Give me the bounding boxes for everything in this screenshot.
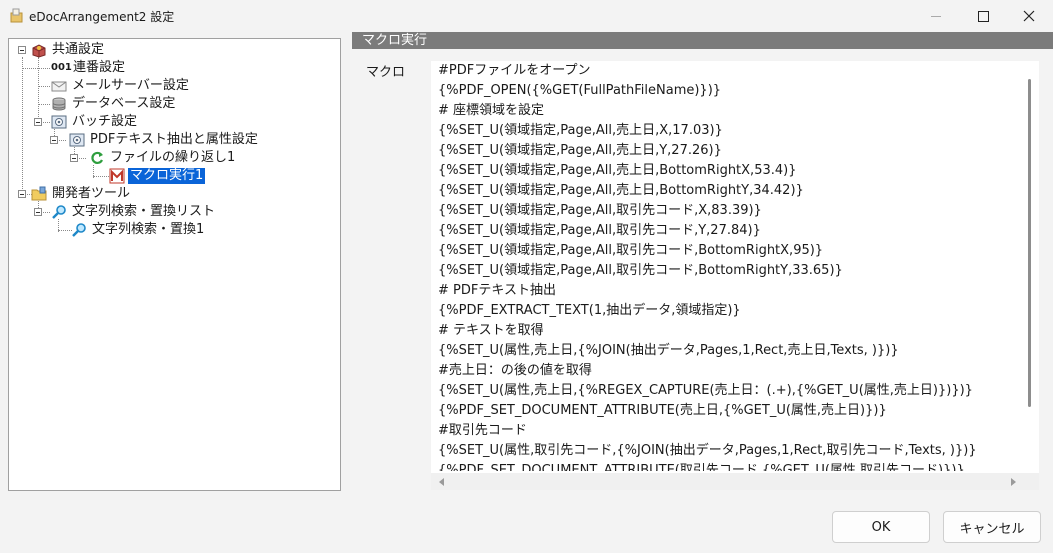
number-001-icon: 001 xyxy=(51,62,72,73)
search-replace-icon xyxy=(72,223,86,237)
close-icon xyxy=(1023,10,1035,22)
tree-item-label: 文字列検索・置換1 xyxy=(92,222,205,237)
macro-field-label: マクロ xyxy=(366,65,406,80)
tree-item-label: 連番設定 xyxy=(73,60,126,75)
tree-item-label: 文字列検索・置換リスト xyxy=(72,204,216,219)
macro-code-line: {%PDF_SET_DOCUMENT_ATTRIBUTE(取引先コード,{%GE… xyxy=(438,463,965,471)
batch-icon xyxy=(51,115,67,129)
folder-tools-icon xyxy=(31,186,47,201)
tree-item-developer-tools[interactable]: 開発者ツール xyxy=(31,185,132,203)
tree-item-mail-server[interactable]: メールサーバー設定 xyxy=(51,77,191,95)
cancel-button[interactable]: キャンセル xyxy=(943,511,1041,543)
macro-code-line: {%PDF_EXTRACT_TEXT(1,抽出データ,領域指定)} xyxy=(438,303,741,318)
macro-code-line: {%PDF_OPEN({%GET(FullPathFileName)})} xyxy=(438,83,722,98)
tree-connector xyxy=(93,176,109,177)
tree-item-common-settings[interactable]: 共通設定 xyxy=(31,41,106,59)
collapse-toggle[interactable] xyxy=(70,154,78,162)
macro-code-line: {%SET_U(領域指定,Page,All,売上日,BottomRightY,3… xyxy=(438,183,804,198)
macro-code-line: {%SET_U(領域指定,Page,All,取引先コード,Y,27.84)} xyxy=(438,223,761,238)
macro-code-line: # 座標領域を設定 xyxy=(438,103,545,118)
macro-code-line: {%SET_U(属性,売上日,{%JOIN(抽出データ,Pages,1,Rect… xyxy=(438,343,899,358)
scrollbar-corner xyxy=(1025,473,1039,490)
maximize-icon xyxy=(977,10,989,22)
tree-item-pdf-text-extract[interactable]: PDFテキスト抽出と属性設定 xyxy=(69,131,260,149)
app-icon xyxy=(10,8,23,23)
macro-code-line: {%SET_U(領域指定,Page,All,売上日,BottomRightX,5… xyxy=(438,163,797,178)
tree-item-label: データベース設定 xyxy=(72,96,176,111)
macro-code-line: # PDFテキスト抽出 xyxy=(438,283,556,298)
settings-tree[interactable]: 共通設定 001 連番設定 メールサーバー設定 データベース設定 バッチ設定 P… xyxy=(8,38,341,491)
collapse-toggle[interactable] xyxy=(34,118,42,126)
tree-item-label: メールサーバー設定 xyxy=(72,78,189,93)
macro-editor[interactable]: #PDFファイルをオープン {%PDF_OPEN({%GET(FullPathFi… xyxy=(431,61,1039,490)
tree-connector xyxy=(58,230,72,231)
vertical-scrollbar[interactable] xyxy=(1025,61,1039,471)
loop-icon xyxy=(91,151,104,165)
search-replace-icon xyxy=(52,205,66,219)
tree-connector xyxy=(22,68,38,69)
macro-code-line: #取引先コード xyxy=(438,423,527,438)
scrollbar-thumb[interactable] xyxy=(1028,79,1031,407)
tree-connector xyxy=(38,68,50,69)
tree-item-search-replace-list[interactable]: 文字列検索・置換リスト xyxy=(51,203,217,221)
tree-item-label: マクロ実行1 xyxy=(128,168,206,184)
collapse-toggle[interactable] xyxy=(34,208,42,216)
tree-item-label: 共通設定 xyxy=(52,42,105,57)
macro-code-line: {%SET_U(属性,取引先コード,{%JOIN(抽出データ,Pages,1,R… xyxy=(438,443,977,458)
macro-code-line: {%SET_U(領域指定,Page,All,取引先コード,X,83.39)} xyxy=(438,203,762,218)
macro-code-line: # テキストを取得 xyxy=(438,323,544,338)
section-header: マクロ実行 xyxy=(352,32,1053,49)
close-button[interactable] xyxy=(1006,0,1052,32)
scroll-left-icon[interactable] xyxy=(439,478,444,486)
tree-connector xyxy=(38,104,50,105)
macro-code-line: {%SET_U(属性,売上日,{%REGEX_CAPTURE(売上日：(.+),… xyxy=(438,383,973,398)
tree-item-serial-number[interactable]: 001 連番設定 xyxy=(51,59,127,77)
database-icon xyxy=(52,97,66,111)
macro-code-line: #売上日：の後の値を取得 xyxy=(438,363,592,378)
tree-connector xyxy=(22,57,23,195)
macro-code-line: {%SET_U(領域指定,Page,All,取引先コード,BottomRight… xyxy=(438,243,824,258)
macro-code[interactable]: #PDFファイルをオープン {%PDF_OPEN({%GET(FullPathFi… xyxy=(438,61,1023,471)
macro-code-line: #PDFファイルをオープン xyxy=(438,63,591,78)
tree-connector xyxy=(38,57,39,123)
tree-item-label: PDFテキスト抽出と属性設定 xyxy=(90,132,258,147)
collapse-toggle[interactable] xyxy=(50,136,58,144)
settings-box-icon xyxy=(32,44,46,58)
tree-item-file-loop[interactable]: ファイルの繰り返し1 xyxy=(89,149,237,167)
macro-icon xyxy=(109,168,125,184)
collapse-toggle[interactable] xyxy=(18,190,26,198)
ok-button[interactable]: OK xyxy=(832,511,930,543)
tree-item-macro-exec[interactable]: マクロ実行1 xyxy=(109,167,206,185)
tree-item-batch[interactable]: バッチ設定 xyxy=(51,113,139,131)
macro-code-line: {%SET_U(領域指定,Page,All,売上日,X,17.03)} xyxy=(438,123,723,138)
pdf-batch-icon xyxy=(69,133,85,147)
minimize-icon xyxy=(931,15,941,17)
tree-item-database[interactable]: データベース設定 xyxy=(51,95,177,113)
tree-item-label: バッチ設定 xyxy=(72,114,138,129)
tree-item-label: ファイルの繰り返し1 xyxy=(110,150,236,165)
maximize-button[interactable] xyxy=(960,0,1006,32)
scroll-right-icon[interactable] xyxy=(1011,478,1016,486)
mail-icon xyxy=(51,81,67,92)
macro-code-line: {%SET_U(領域指定,Page,All,取引先コード,BottomRight… xyxy=(438,263,843,278)
window-title: eDocArrangement2 設定 xyxy=(29,10,175,24)
tree-item-label: 開発者ツール xyxy=(52,186,131,201)
macro-code-line: {%PDF_SET_DOCUMENT_ATTRIBUTE(売上日,{%GET_U… xyxy=(438,403,887,418)
title-bar: eDocArrangement2 設定 xyxy=(0,0,1053,32)
horizontal-scrollbar[interactable] xyxy=(431,473,1025,490)
tree-item-search-replace-1[interactable]: 文字列検索・置換1 xyxy=(71,221,206,239)
collapse-toggle[interactable] xyxy=(18,46,26,54)
macro-code-line: {%SET_U(領域指定,Page,All,売上日,Y,27.26)} xyxy=(438,143,722,158)
minimize-button[interactable] xyxy=(913,0,959,32)
tree-connector xyxy=(38,86,50,87)
